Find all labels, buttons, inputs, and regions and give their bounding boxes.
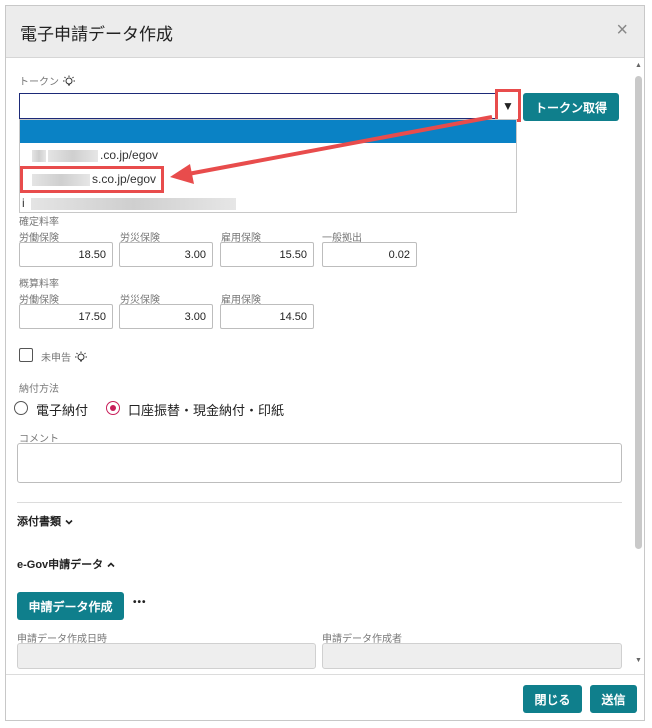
created-at-field xyxy=(17,643,316,669)
estimated-employment-insurance-input[interactable]: 14.50 xyxy=(220,304,314,329)
dialog-title: 電子申請データ作成 xyxy=(20,25,173,44)
created-by-field xyxy=(322,643,622,669)
estimated-accident-insurance-input[interactable]: 3.00 xyxy=(119,304,213,329)
redacted-text xyxy=(32,149,46,162)
unfiled-checkbox[interactable] xyxy=(19,348,33,362)
dialog-body: トークン ▼ トークン取得 .co.jp/egov s.co.jp/egov i… xyxy=(6,59,644,675)
scroll-down-icon[interactable]: ▼ xyxy=(634,657,643,664)
dropdown-option-selected[interactable] xyxy=(20,120,516,143)
chevron-down-icon xyxy=(65,520,73,525)
payment-method-label: 納付方法 xyxy=(19,384,59,395)
option-text: i xyxy=(22,196,25,210)
radio-label: 口座振替・現金納付・印紙 xyxy=(128,403,285,418)
comment-textarea[interactable] xyxy=(17,443,622,483)
lightbulb-icon xyxy=(74,351,87,362)
scrollbar-thumb[interactable] xyxy=(635,76,642,549)
chevron-up-icon xyxy=(107,562,115,568)
token-label: トークン xyxy=(19,73,76,89)
close-button[interactable]: 閉じる xyxy=(523,685,582,713)
lightbulb-icon xyxy=(62,75,75,86)
estimated-labor-insurance-input[interactable]: 17.50 xyxy=(19,304,113,329)
attachments-section-toggle[interactable]: 添付書類 xyxy=(17,513,74,529)
confirmed-employment-insurance-input[interactable]: 15.50 xyxy=(220,242,314,267)
redacted-text xyxy=(30,197,236,210)
scroll-up-icon[interactable]: ▲ xyxy=(634,62,643,69)
annotation-highlight xyxy=(20,166,164,193)
send-button[interactable]: 送信 xyxy=(590,685,637,713)
redacted-text xyxy=(48,149,98,162)
option-text: .co.jp/egov xyxy=(100,148,159,162)
divider xyxy=(17,502,622,503)
fetch-token-button[interactable]: トークン取得 xyxy=(523,93,619,121)
confirmed-general-contribution-input[interactable]: 0.02 xyxy=(322,242,417,267)
more-options-icon[interactable]: ••• xyxy=(133,597,147,608)
radio-label: 電子納付 xyxy=(36,403,89,418)
confirmed-accident-insurance-input[interactable]: 3.00 xyxy=(119,242,213,267)
unfiled-label: 未申告 xyxy=(41,349,88,365)
token-select[interactable] xyxy=(19,93,517,119)
estimated-rates-label: 概算料率 xyxy=(19,279,59,290)
dropdown-option[interactable]: .co.jp/egov xyxy=(20,143,516,167)
dropdown-arrow-icon[interactable]: ▼ xyxy=(495,89,521,122)
egov-section-toggle[interactable]: e-Gov申請データ xyxy=(17,556,116,572)
dialog-footer: 閉じる 送信 xyxy=(6,674,644,720)
confirmed-labor-insurance-input[interactable]: 18.50 xyxy=(19,242,113,267)
radio-bank-transfer[interactable] xyxy=(106,401,120,415)
dialog-header: 電子申請データ作成 × xyxy=(6,6,644,58)
create-application-data-button[interactable]: 申請データ作成 xyxy=(17,592,124,620)
dropdown-option[interactable]: i xyxy=(20,191,516,215)
dialog: 電子申請データ作成 × トークン ▼ トークン取得 .co.jp/egov s.… xyxy=(5,5,645,721)
radio-electronic-payment[interactable] xyxy=(14,401,28,415)
confirmed-rates-label: 確定料率 xyxy=(19,217,59,228)
close-icon[interactable]: × xyxy=(616,20,628,40)
